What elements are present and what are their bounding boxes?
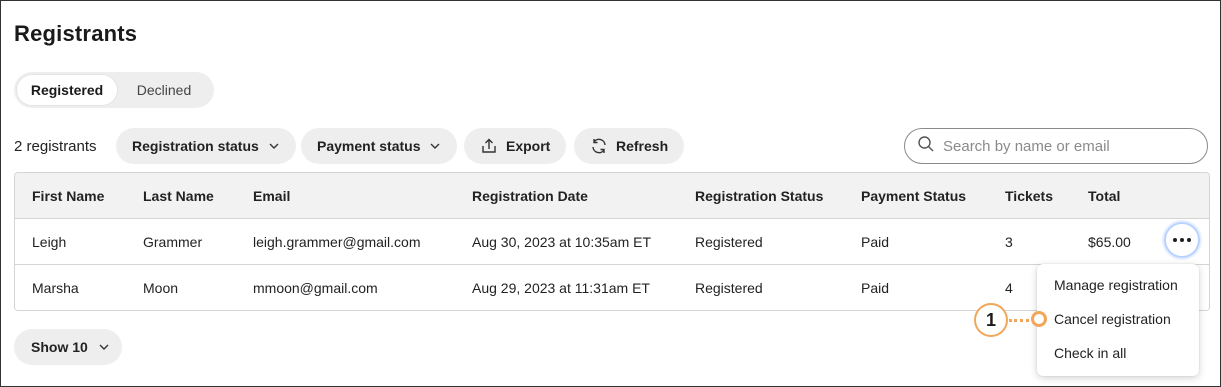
registration-date-cell: Aug 29, 2023 at 11:31am ET xyxy=(472,280,650,296)
callout-badge: 1 xyxy=(974,303,1008,337)
column-header[interactable]: Payment Status xyxy=(861,173,966,219)
chevron-down-icon xyxy=(268,140,280,152)
search-box xyxy=(904,128,1208,164)
page-size-select[interactable]: Show 10 xyxy=(14,329,122,365)
row-actions-button[interactable] xyxy=(1164,222,1200,258)
payment-status-filter-label: Payment status xyxy=(317,138,421,154)
column-header[interactable]: Registration Date xyxy=(472,173,588,219)
chevron-down-icon xyxy=(429,140,441,152)
email-cell: leigh.grammer@gmail.com xyxy=(253,234,421,250)
column-header[interactable]: Registration Status xyxy=(695,173,823,219)
tab-declined[interactable]: Declined xyxy=(117,75,211,105)
row-actions-menu: Manage registration Cancel registration … xyxy=(1037,264,1199,376)
refresh-label: Refresh xyxy=(616,138,669,154)
export-button[interactable]: Export xyxy=(464,128,567,164)
table-row[interactable]: Leigh Grammer leigh.grammer@gmail.com Au… xyxy=(15,219,1209,265)
payment-status-filter[interactable]: Payment status xyxy=(301,128,458,164)
refresh-button[interactable]: Refresh xyxy=(574,128,685,164)
column-header[interactable]: Tickets xyxy=(1005,173,1053,219)
registration-date-cell: Aug 30, 2023 at 10:35am ET xyxy=(472,234,652,250)
last-name-cell: Moon xyxy=(143,280,179,296)
tab-registered[interactable]: Registered xyxy=(17,75,117,105)
menu-item-cancel-registration[interactable]: Cancel registration xyxy=(1037,302,1199,336)
tickets-cell: 4 xyxy=(1005,280,1013,296)
column-header[interactable]: First Name xyxy=(32,173,104,219)
column-header[interactable]: Email xyxy=(253,173,290,219)
export-label: Export xyxy=(506,138,551,154)
status-tabs: Registered Declined xyxy=(14,72,214,108)
table-header: First Name Last Name Email Registration … xyxy=(15,173,1209,219)
table-row[interactable]: Marsha Moon mmoon@gmail.com Aug 29, 2023… xyxy=(15,265,1209,310)
payment-status-cell: Paid xyxy=(861,234,890,250)
menu-item-check-in-all[interactable]: Check in all xyxy=(1037,336,1199,370)
search-input[interactable] xyxy=(943,137,1193,155)
registration-status-cell: Registered xyxy=(695,280,763,296)
page-size-label: Show 10 xyxy=(31,339,88,355)
menu-item-manage-registration[interactable]: Manage registration xyxy=(1037,268,1199,302)
first-name-cell: Marsha xyxy=(32,280,79,296)
column-header[interactable]: Last Name xyxy=(143,173,214,219)
last-name-cell: Grammer xyxy=(143,234,203,250)
registrant-count: 2 registrants xyxy=(14,138,97,155)
page-title: Registrants xyxy=(14,21,138,46)
chevron-down-icon xyxy=(98,341,110,353)
registration-status-cell: Registered xyxy=(695,234,763,250)
registrants-table: First Name Last Name Email Registration … xyxy=(14,172,1210,311)
refresh-icon xyxy=(590,137,608,155)
email-cell: mmoon@gmail.com xyxy=(253,280,378,296)
column-header[interactable]: Total xyxy=(1088,173,1120,219)
export-icon xyxy=(480,137,498,155)
payment-status-cell: Paid xyxy=(861,280,890,296)
registration-status-filter-label: Registration status xyxy=(132,138,259,154)
total-cell: $65.00 xyxy=(1088,234,1131,250)
registrants-panel: Registrants Registered Declined 2 regist… xyxy=(0,0,1221,387)
more-horizontal-icon xyxy=(1172,238,1193,242)
registration-status-filter[interactable]: Registration status xyxy=(116,128,296,164)
search-icon xyxy=(917,135,935,158)
tickets-cell: 3 xyxy=(1005,234,1013,250)
callout-target-marker xyxy=(1031,311,1047,327)
first-name-cell: Leigh xyxy=(32,234,67,250)
